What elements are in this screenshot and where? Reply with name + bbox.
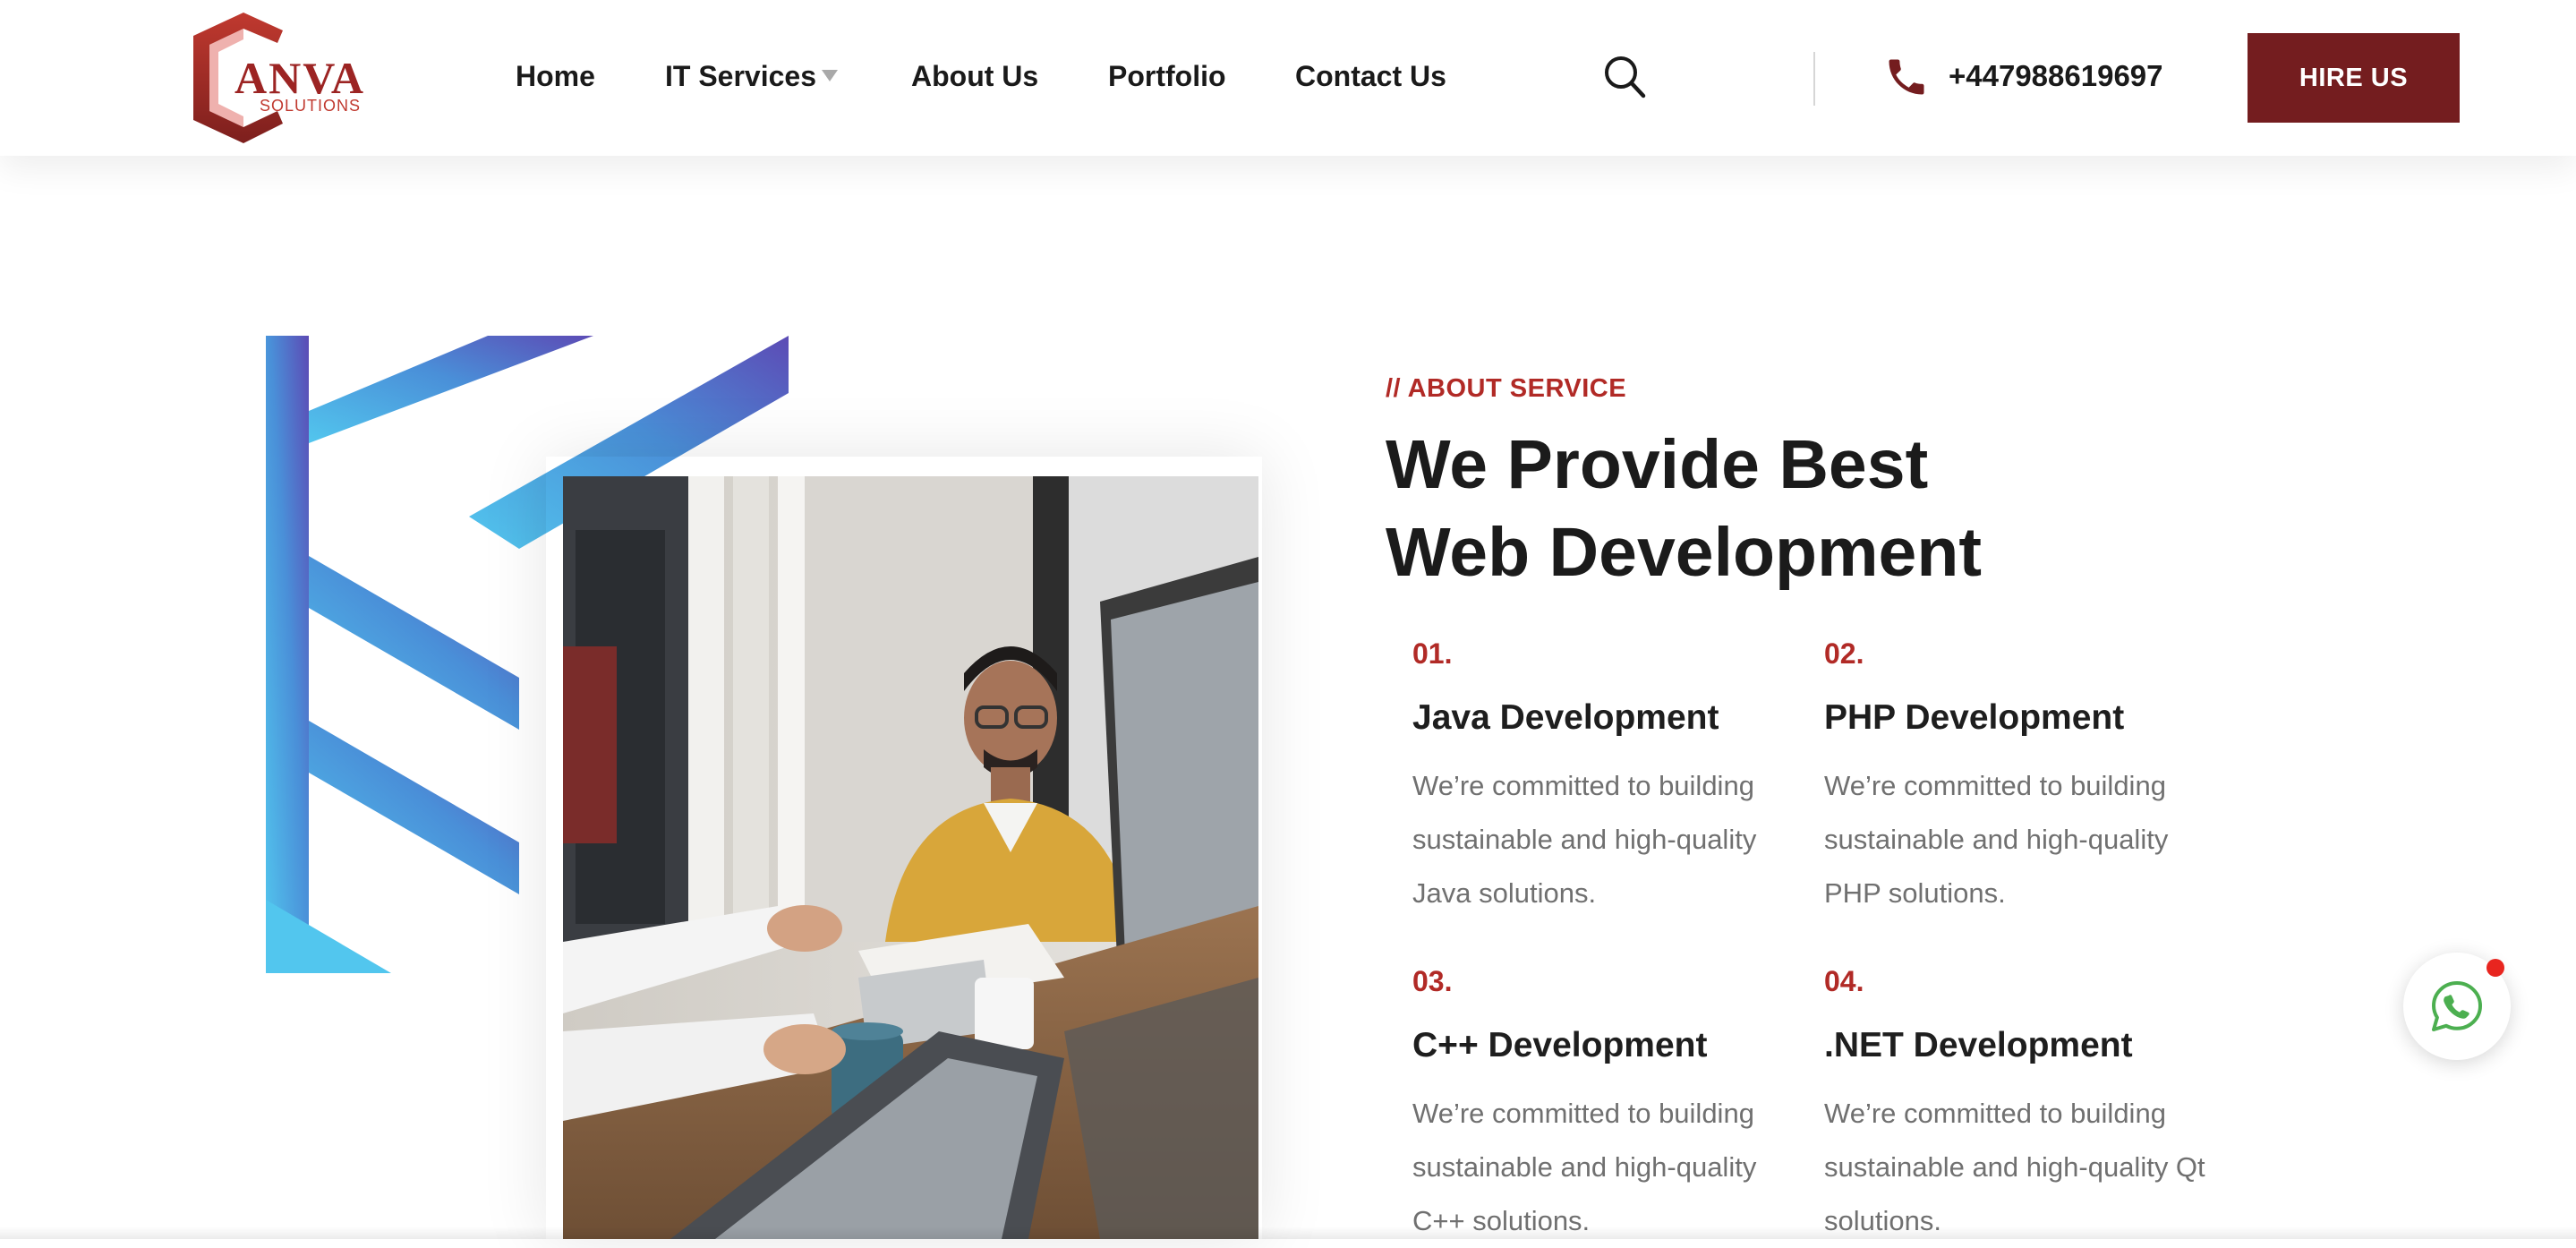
service-description: We’re committed to building sustainable … bbox=[1824, 770, 2169, 909]
service-description: We’re committed to building sustainable … bbox=[1412, 770, 1757, 909]
chevron-down-icon[interactable] bbox=[822, 70, 838, 81]
phone-number-link[interactable]: +447988619697 bbox=[1949, 56, 2163, 97]
search-icon[interactable] bbox=[1602, 54, 1647, 100]
site-header: ANVA SOLUTIONS Home IT Services About Us… bbox=[0, 0, 2576, 156]
brand-logo[interactable]: ANVA SOLUTIONS bbox=[190, 11, 371, 145]
service-title: Java Development bbox=[1412, 698, 1719, 737]
nav-home[interactable]: Home bbox=[516, 56, 595, 97]
service-number: 01. bbox=[1412, 637, 1453, 670]
service-number: 03. bbox=[1412, 965, 1453, 997]
service-item-java: 01. Java Development We’re committed to … bbox=[1412, 636, 1797, 920]
section-heading: We Provide Best Web Development bbox=[1386, 421, 2191, 596]
nav-it-services[interactable]: IT Services bbox=[665, 56, 816, 97]
heading-line-2: Web Development bbox=[1386, 514, 1983, 591]
team-working-photo bbox=[563, 476, 1258, 1239]
service-item-cpp: 03. C++ Development We’re committed to b… bbox=[1412, 963, 1797, 1248]
service-description: We’re committed to building sustainable … bbox=[1412, 1098, 1757, 1236]
service-number: 04. bbox=[1824, 965, 1864, 997]
bottom-edge-shadow bbox=[0, 1227, 2576, 1239]
nav-contact-us[interactable]: Contact Us bbox=[1295, 56, 1446, 97]
service-item-php: 02. PHP Development We’re committed to b… bbox=[1824, 636, 2209, 920]
svg-text:SOLUTIONS: SOLUTIONS bbox=[260, 97, 361, 115]
notification-badge bbox=[2486, 959, 2504, 977]
heading-line-1: We Provide Best bbox=[1386, 426, 1929, 503]
whatsapp-icon bbox=[2432, 981, 2482, 1031]
phone-icon bbox=[1883, 54, 1930, 100]
hire-us-button[interactable]: HIRE US bbox=[2248, 33, 2460, 123]
section-eyebrow: // ABOUT SERVICE bbox=[1386, 374, 1627, 403]
nav-portfolio[interactable]: Portfolio bbox=[1108, 56, 1226, 97]
service-title: C++ Development bbox=[1412, 1026, 1708, 1064]
svg-text:ANVA: ANVA bbox=[235, 53, 365, 103]
service-item-dotnet: 04. .NET Development We’re committed to … bbox=[1824, 963, 2209, 1248]
header-divider bbox=[1813, 52, 1815, 106]
whatsapp-chat-button[interactable] bbox=[2403, 953, 2511, 1060]
service-number: 02. bbox=[1824, 637, 1864, 670]
nav-about-us[interactable]: About Us bbox=[911, 56, 1038, 97]
service-title: PHP Development bbox=[1824, 698, 2125, 737]
service-description: We’re committed to building sustainable … bbox=[1824, 1098, 2205, 1236]
service-title: .NET Development bbox=[1824, 1026, 2133, 1064]
